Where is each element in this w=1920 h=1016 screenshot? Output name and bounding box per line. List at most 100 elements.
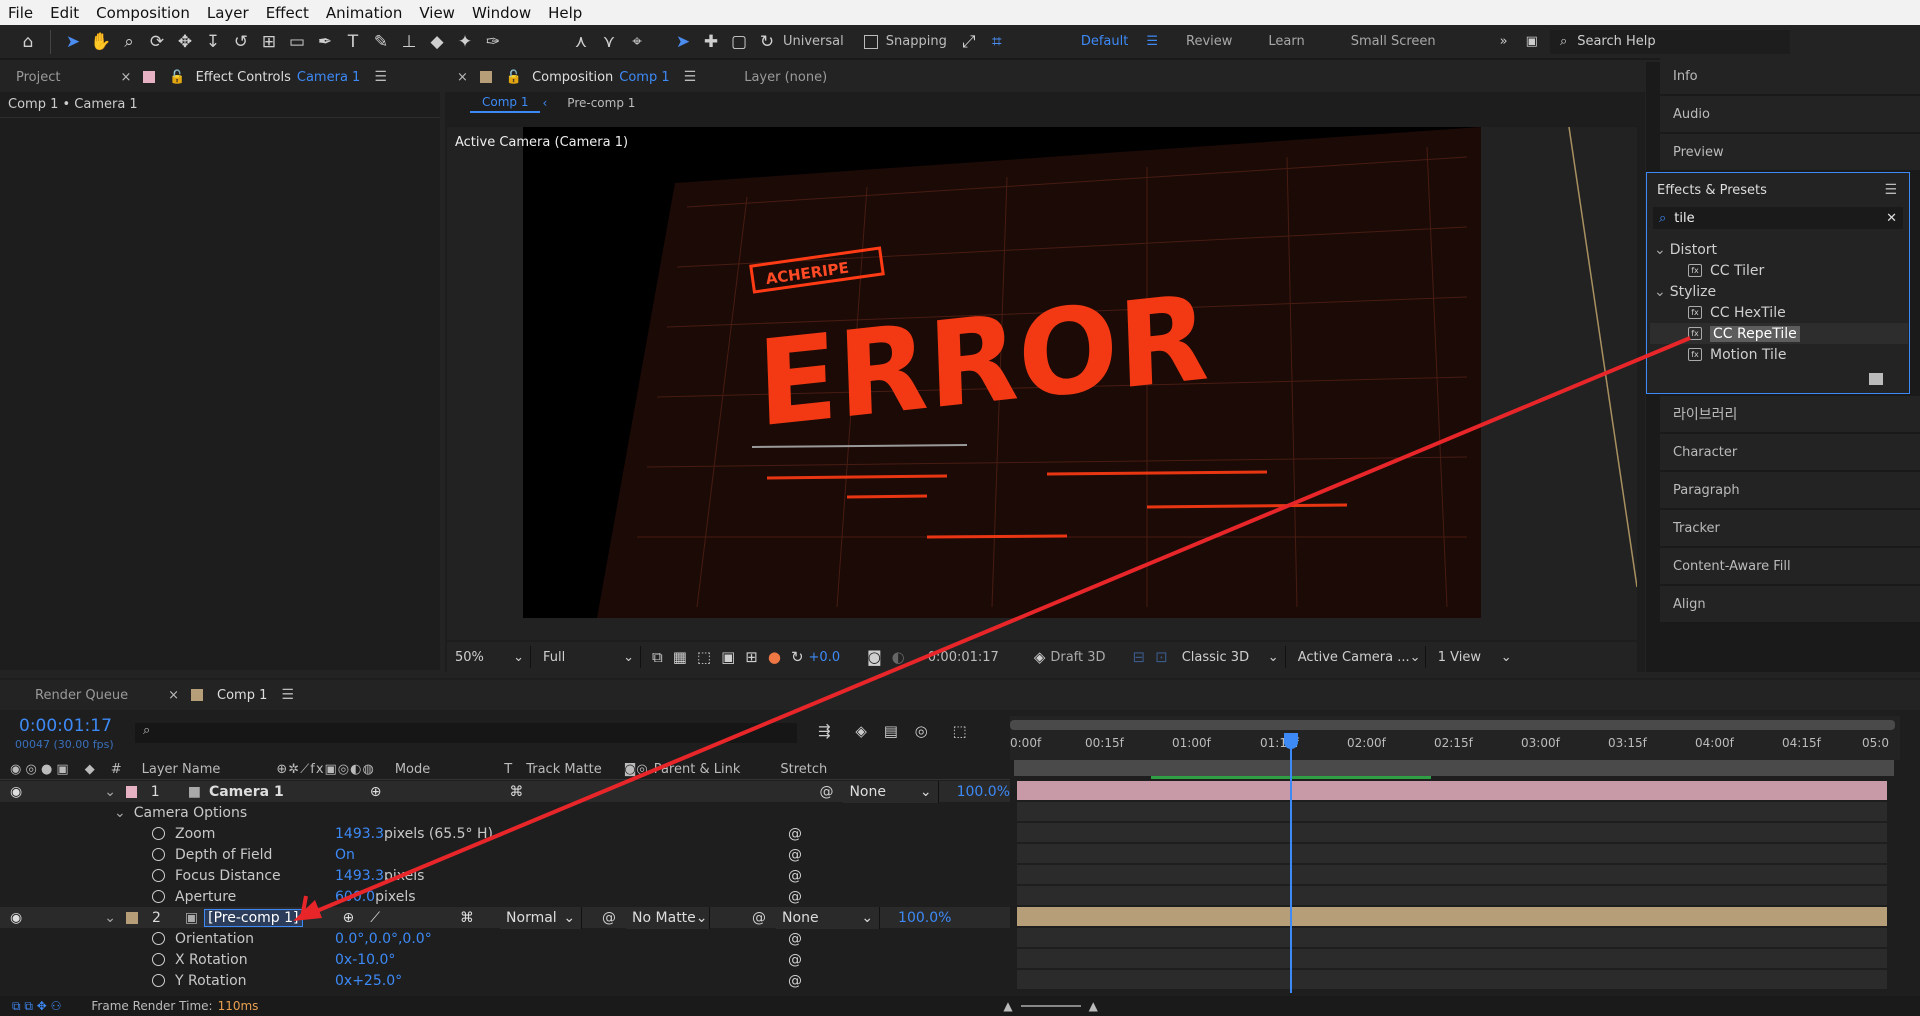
show-snapshot-icon[interactable]: ◐ xyxy=(892,648,905,666)
prop-value[interactable]: 1493.3 xyxy=(335,826,384,842)
playhead-handle[interactable] xyxy=(1284,733,1298,749)
stopwatch-icon[interactable] xyxy=(152,932,165,945)
universal-label[interactable]: Universal xyxy=(783,34,844,49)
pan-camera-icon[interactable]: ✥ xyxy=(171,28,199,56)
prop-orientation[interactable]: Orientation 0.0°,0.0°,0.0° @ xyxy=(0,928,1010,949)
clear-search-icon[interactable]: ✕ xyxy=(1886,211,1897,226)
rotate-tool-icon[interactable]: ↺ xyxy=(227,28,255,56)
pickwhip-icon[interactable]: @ xyxy=(752,910,766,926)
tab-effect-controls[interactable]: Effect Controls xyxy=(196,70,291,85)
panel-paragraph[interactable]: Paragraph xyxy=(1660,472,1920,509)
selection-tool-icon[interactable]: ➤ xyxy=(59,28,87,56)
panel-menu-icon[interactable]: ☰ xyxy=(374,69,387,85)
tab-render-queue[interactable]: Render Queue xyxy=(35,688,128,703)
rectangle-tool-icon[interactable]: ▭ xyxy=(283,28,311,56)
close-icon[interactable]: × xyxy=(120,70,131,85)
chevron-down-icon[interactable]: ⌄ xyxy=(114,805,126,821)
chevron-down-icon[interactable]: ⌄ xyxy=(104,910,116,926)
zoom-slider[interactable] xyxy=(1020,1005,1081,1007)
prop-value[interactable]: 1493.3 xyxy=(335,868,384,884)
matte-pickwhip-icon[interactable]: @ xyxy=(602,910,616,926)
tab-project[interactable]: Project xyxy=(16,70,60,85)
menu-effect[interactable]: Effect xyxy=(258,4,318,22)
prop-depth-of-field[interactable]: Depth of Field On @ xyxy=(0,844,1010,865)
eye-icon[interactable]: ◉ xyxy=(10,784,22,800)
snapping-checkbox[interactable] xyxy=(863,34,878,49)
time-ruler[interactable]: 0:00f 00:15f 01:00f 01:15f 02:00f 02:15f… xyxy=(1010,716,1900,760)
region-of-interest-icon[interactable]: ▣ xyxy=(721,648,735,666)
prop-aperture[interactable]: Aperture 600.0 pixels @ xyxy=(0,886,1010,907)
stretch-value[interactable]: 100.0% xyxy=(957,784,1010,800)
snap-target-icon[interactable]: ⌗ xyxy=(983,28,1011,56)
layer-name[interactable]: Camera 1 xyxy=(209,784,284,800)
draft3d-label[interactable]: Draft 3D xyxy=(1050,650,1105,665)
home-icon[interactable]: ⌂ xyxy=(14,28,42,56)
eraser-tool-icon[interactable]: ◆ xyxy=(423,28,451,56)
hand-tool-icon[interactable]: ✋ xyxy=(87,28,115,56)
comp-viewer[interactable]: ACHERIPE ERROR Active Camera (Camera 1) xyxy=(447,127,1637,640)
dolly-camera-icon[interactable]: ↧ xyxy=(199,28,227,56)
snapshot-icon[interactable]: ◙ xyxy=(867,648,882,666)
stopwatch-icon[interactable] xyxy=(152,890,165,903)
menu-composition[interactable]: Composition xyxy=(88,4,199,22)
camera-options-group[interactable]: ⌄ Camera Options xyxy=(0,802,1010,823)
local-axis-icon[interactable]: ⋏ xyxy=(567,28,595,56)
keyboard-icon[interactable]: ▣ xyxy=(1526,34,1538,49)
zoom-dropdown[interactable]: 50% ⌄ xyxy=(449,646,531,668)
close-icon[interactable]: × xyxy=(168,688,179,703)
prop-value[interactable]: 600.0 xyxy=(335,889,375,905)
group-stylize[interactable]: ⌄ Stylize xyxy=(1650,281,1908,302)
panel-character[interactable]: Character xyxy=(1660,434,1920,471)
brush-tool-icon[interactable]: ✎ xyxy=(367,28,395,56)
puppet-pin-icon[interactable]: ✑ xyxy=(479,28,507,56)
effect-cc-hextile[interactable]: fx CC HexTile xyxy=(1650,302,1908,323)
tab-effect-controls-target[interactable]: Camera 1 xyxy=(297,70,360,85)
3d-layer-icon[interactable]: ⌘ xyxy=(509,784,523,800)
shy-switch-icon[interactable]: ⊕ xyxy=(343,910,355,926)
tab-composition-target[interactable]: Comp 1 xyxy=(619,70,669,85)
prop-value[interactable]: 0x+25.0° xyxy=(335,973,402,989)
panel-library[interactable]: 라이브러리 xyxy=(1660,396,1920,433)
expression-icon[interactable]: @ xyxy=(788,847,802,863)
panel-menu-icon[interactable]: ☰ xyxy=(684,69,697,85)
views-dropdown[interactable]: 1 View ⌄ xyxy=(1432,646,1518,668)
panel-menu-icon[interactable]: ☰ xyxy=(1884,182,1897,198)
transparency-grid-icon[interactable]: ▦ xyxy=(673,648,687,666)
panel-content-aware-fill[interactable]: Content-Aware Fill xyxy=(1660,548,1920,585)
work-area-bar[interactable] xyxy=(1010,720,1895,730)
panel-align[interactable]: Align xyxy=(1660,586,1920,623)
prop-value[interactable]: 0x-10.0° xyxy=(335,952,395,968)
zoom-tool-icon[interactable]: ⌕ xyxy=(115,28,143,56)
viewer-timecode[interactable]: 0:00:01:17 xyxy=(928,650,999,665)
workspace-menu-icon[interactable]: ☰ xyxy=(1146,34,1158,49)
draft3d-icon[interactable]: ◈ xyxy=(855,722,867,740)
view-axis-icon[interactable]: ⌖ xyxy=(623,28,651,56)
stopwatch-icon[interactable] xyxy=(152,974,165,987)
stretch-value[interactable]: 100.0% xyxy=(898,910,951,926)
menu-animation[interactable]: Animation xyxy=(318,4,411,22)
eye-icon[interactable]: ◉ xyxy=(10,910,22,926)
search-help-input[interactable]: ⌕ Search Help xyxy=(1549,29,1790,54)
camera-view-dropdown[interactable]: Active Camera ... ⌄ xyxy=(1292,646,1426,668)
timeline-timecode[interactable]: 0:00:01:17 xyxy=(19,716,112,736)
timeline-navigator[interactable] xyxy=(1014,760,1894,779)
layer1-bar[interactable] xyxy=(1017,781,1887,801)
shy-layers-icon[interactable]: ▤ xyxy=(884,722,898,740)
3d-layer-icon[interactable]: ⌘ xyxy=(460,910,474,926)
orbit-camera-icon[interactable]: ⟳ xyxy=(143,28,171,56)
menu-help[interactable]: Help xyxy=(540,4,591,22)
layer-name[interactable]: [Pre-comp 1] xyxy=(204,908,303,927)
timeline-search-input[interactable]: ⌕ xyxy=(135,723,797,743)
expression-icon[interactable]: @ xyxy=(788,868,802,884)
stopwatch-icon[interactable] xyxy=(152,869,165,882)
effects-search-input[interactable]: ⌕ tile ✕ xyxy=(1653,207,1903,229)
scale-3d-icon[interactable]: ▢ xyxy=(725,28,753,56)
reset-exposure-icon[interactable]: ↻ xyxy=(791,648,804,666)
move-3d-icon[interactable]: ✚ xyxy=(697,28,725,56)
status-icons[interactable]: ⧉ ⧉ ✥ ⚇ xyxy=(12,999,61,1014)
tab-composition[interactable]: Composition xyxy=(532,70,613,85)
expression-icon[interactable]: @ xyxy=(788,931,802,947)
effect-cc-repetile[interactable]: fx CC RepeTile xyxy=(1650,323,1908,344)
layer2-bar[interactable] xyxy=(1017,907,1887,927)
mode-dropdown[interactable]: Normal ⌄ xyxy=(500,906,583,929)
